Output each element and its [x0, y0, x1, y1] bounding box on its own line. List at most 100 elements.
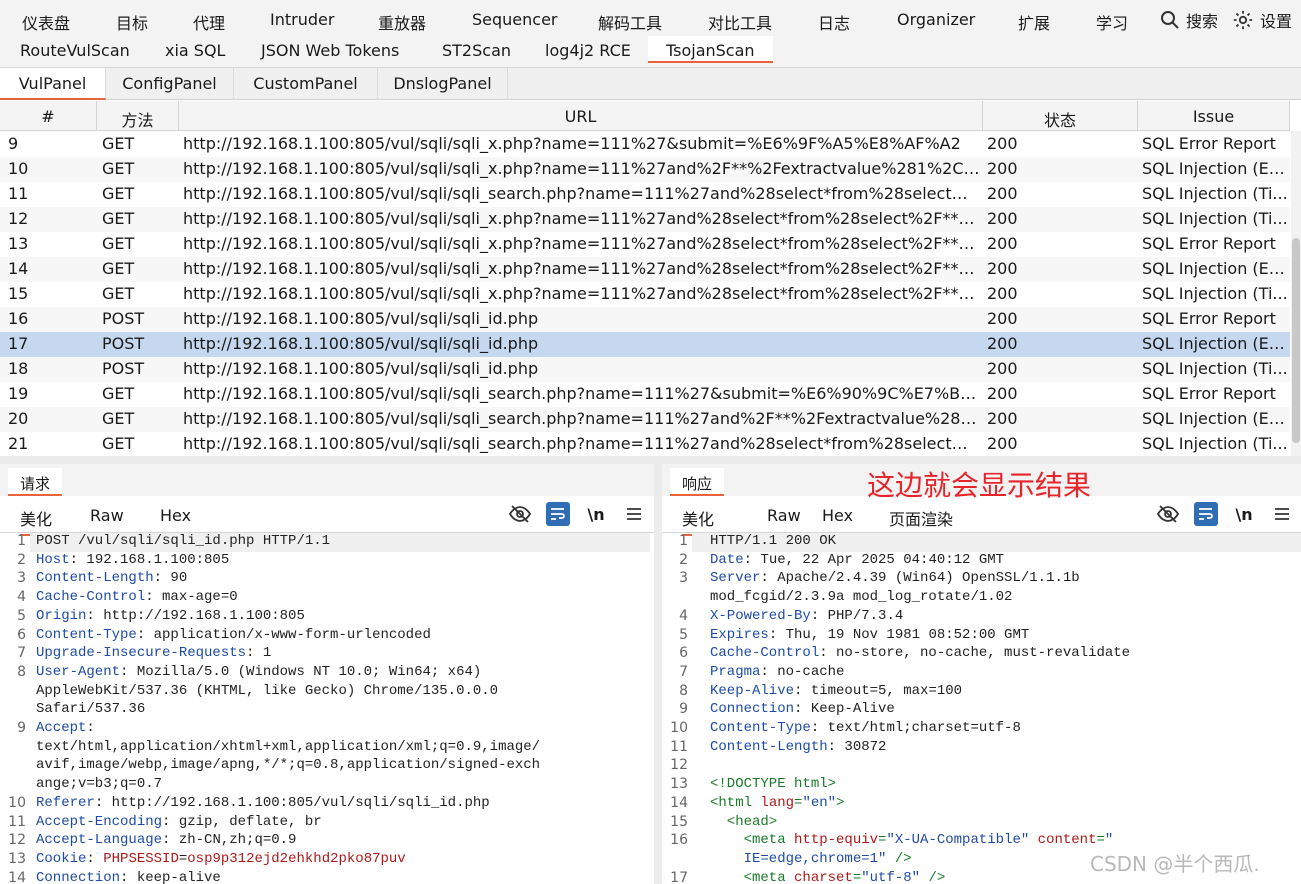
request-token: Safari/537.36 — [36, 701, 146, 718]
table-row[interactable]: 20 GET http://192.168.1.100:805/vul/sqli/s… — [0, 407, 1290, 432]
cell-status: 200 — [987, 134, 1018, 153]
search-button[interactable]: 搜索 — [1160, 8, 1218, 32]
table-row[interactable]: 18 POST http://192.168.1.100:805/vul/sqli/… — [0, 357, 1290, 382]
ext-tab-3[interactable]: ST2Scan — [442, 41, 511, 60]
ext-tab-0[interactable]: RouteVulScan — [20, 41, 130, 60]
settings-button[interactable]: 设置 — [1232, 8, 1292, 32]
response-token: "utf-8" — [861, 869, 921, 884]
request-token: : — [86, 720, 95, 736]
vertical-splitter[interactable] — [654, 464, 662, 884]
column-header-1[interactable]: 方法 — [97, 101, 179, 131]
table-row[interactable]: 14 GET http://192.168.1.100:805/vul/sqli/s… — [0, 257, 1290, 282]
table-row[interactable]: 15 GET http://192.168.1.100:805/vul/sqli/s… — [0, 282, 1290, 307]
cell-id: 15 — [8, 284, 29, 303]
response-code-line: IE=edge,chrome=1" /> — [710, 851, 912, 867]
response-token: <!DOCTYPE html> — [710, 776, 837, 793]
response-pane: 响应 美化 Raw Hex 页面渲染 1 HTTP/1.1 200 OK 2 Date: T… — [662, 464, 1301, 884]
response-wrap-icon[interactable] — [1194, 502, 1218, 526]
table-row[interactable]: 19 GET http://192.168.1.100:805/vul/sqli/s… — [0, 382, 1290, 407]
response-code-line: <head> — [710, 814, 777, 830]
ext-tab-1[interactable]: xia SQL — [165, 41, 225, 60]
request-code-line: AppleWebKit/537.36 (KHTML, like Gecko) C… — [36, 683, 498, 699]
response-view-tab-3[interactable]: 页面渲染 — [889, 506, 953, 530]
nav-item-1[interactable]: 目标 — [116, 10, 148, 34]
table-row[interactable]: 16 POST http://192.168.1.100:805/vul/sqli/… — [0, 307, 1290, 332]
panel-tab-2[interactable]: CustomPanel — [234, 68, 378, 100]
nav-item-9[interactable]: Organizer — [897, 10, 975, 29]
request-line-number: 7 — [17, 645, 26, 662]
nav-item-4[interactable]: 重放器 — [378, 10, 426, 34]
table-row[interactable]: 17 POST http://192.168.1.100:805/vul/sqli/… — [0, 332, 1290, 357]
response-token: = — [852, 869, 862, 884]
response-view-tab-0[interactable]: 美化 — [682, 506, 715, 536]
cell-id: 14 — [8, 259, 29, 278]
column-header-4[interactable]: Issue — [1138, 101, 1290, 131]
nav-item-3[interactable]: Intruder — [270, 10, 334, 29]
request-view-tab-0[interactable]: 美化 — [20, 506, 53, 536]
column-header-2[interactable]: URL — [179, 101, 983, 131]
request-code-line: Safari/537.36 — [36, 701, 145, 717]
response-token: Content-Length — [710, 738, 828, 755]
table-scrollbar-thumb[interactable] — [1292, 238, 1300, 443]
nav-item-5[interactable]: Sequencer — [472, 10, 558, 29]
request-tab[interactable]: 请求 — [8, 468, 63, 496]
response-line-number: 14 — [670, 794, 688, 811]
nav-item-2[interactable]: 代理 — [193, 10, 225, 34]
response-menu-icon[interactable] — [1270, 502, 1294, 526]
table-row[interactable]: 11 GET http://192.168.1.100:805/vul/sqli/s… — [0, 182, 1290, 207]
cell-issue: SQL Injection (Ti... — [1142, 284, 1288, 303]
table-row[interactable]: 12 GET http://192.168.1.100:805/vul/sqli/s… — [0, 207, 1290, 232]
request-token: = — [178, 850, 188, 867]
response-token: content — [1029, 832, 1097, 849]
horizontal-splitter[interactable] — [0, 456, 1301, 464]
response-token: Keep-Alive — [710, 682, 795, 699]
nav-item-8[interactable]: 日志 — [818, 10, 850, 34]
response-view-tab-2[interactable]: Hex — [822, 506, 853, 525]
cell-method: POST — [102, 359, 145, 378]
request-line-number: 13 — [8, 850, 26, 867]
panel-tab-0[interactable]: VulPanel — [0, 68, 106, 100]
table-row[interactable]: 13 GET http://192.168.1.100:805/vul/sqli/s… — [0, 232, 1290, 257]
request-hide-icon[interactable] — [508, 502, 532, 526]
request-menu-icon[interactable] — [622, 502, 646, 526]
column-header-3[interactable]: 状态 — [983, 101, 1138, 131]
nav-item-11[interactable]: 学习 — [1096, 10, 1128, 34]
response-token: mod_fcgid/2.3.9a mod_log_rotate/1.02 — [710, 589, 1013, 606]
panel-tab-3[interactable]: DnslogPanel — [378, 68, 508, 100]
response-newline-button[interactable]: \n — [1232, 502, 1256, 526]
request-line-number: 2 — [17, 551, 26, 568]
table-row[interactable]: 9 GET http://192.168.1.100:805/vul/sqli/sq… — [0, 132, 1290, 157]
request-wrap-icon[interactable] — [546, 502, 570, 526]
request-code-line: Accept-Encoding: gzip, deflate, br — [36, 814, 322, 830]
response-line-number: 9 — [679, 701, 688, 718]
request-line-number: 6 — [17, 626, 26, 643]
nav-item-7[interactable]: 对比工具 — [708, 10, 772, 34]
request-view-tab-2[interactable]: Hex — [160, 506, 191, 525]
response-code-line: <meta charset="utf-8" /> — [710, 869, 946, 884]
response-view-tab-1[interactable]: Raw — [767, 506, 801, 525]
nav-item-10[interactable]: 扩展 — [1018, 10, 1050, 34]
ext-tab-2[interactable]: JSON Web Tokens — [261, 41, 399, 60]
cell-method: GET — [102, 434, 135, 453]
nav-item-6[interactable]: 解码工具 — [598, 10, 662, 34]
response-tab[interactable]: 响应 — [670, 468, 725, 496]
table-row[interactable]: 21 GET http://192.168.1.100:805/vul/sqli/s… — [0, 432, 1290, 456]
response-code-line: Keep-Alive: timeout=5, max=100 — [710, 683, 962, 699]
panel-tab-1[interactable]: ConfigPanel — [106, 68, 234, 100]
cell-status: 200 — [987, 434, 1018, 453]
table-row[interactable]: 10 GET http://192.168.1.100:805/vul/sqli/s… — [0, 157, 1290, 182]
ext-tab-5[interactable]: TsojanScan — [648, 36, 773, 63]
response-token: : text/html;charset=utf-8 — [810, 720, 1021, 736]
cell-issue: SQL Injection (Ti... — [1142, 184, 1288, 203]
request-newline-button[interactable]: \n — [584, 502, 608, 526]
response-hide-icon[interactable] — [1156, 502, 1180, 526]
ext-tab-4[interactable]: log4j2 RCE — [545, 41, 631, 60]
column-header-0[interactable]: # — [0, 101, 97, 131]
cell-id: 19 — [8, 384, 29, 403]
nav-item-0[interactable]: 仪表盘 — [22, 10, 70, 34]
request-view-tab-1[interactable]: Raw — [90, 506, 124, 525]
cell-url: http://192.168.1.100:805/vul/sqli/sqli_x… — [183, 209, 981, 228]
request-token: Content-Type — [36, 626, 137, 643]
request-line-number: 3 — [17, 570, 26, 587]
response-code-line: Date: Tue, 22 Apr 2025 04:40:12 GMT — [710, 552, 1004, 568]
